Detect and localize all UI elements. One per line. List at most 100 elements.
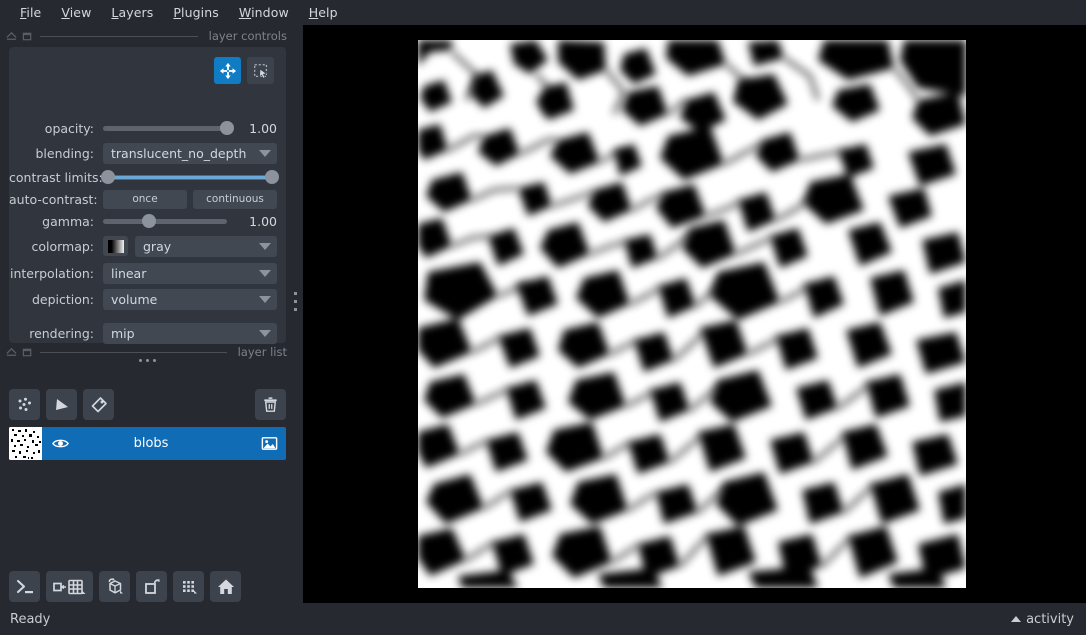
layer-list-label: layer list <box>237 345 287 359</box>
image-layer-render <box>418 40 966 588</box>
rendering-combobox[interactable]: mip <box>103 322 277 344</box>
menu-window-rest: indow <box>251 5 289 20</box>
transform-mode-button[interactable] <box>247 57 274 84</box>
roll-cube-icon <box>108 577 123 594</box>
menu-help[interactable]: Help <box>299 2 348 23</box>
two-d-three-d-toggle-icon <box>52 579 85 594</box>
menu-layers-rest: ayers <box>118 5 154 20</box>
home-icon <box>217 579 234 594</box>
eye-icon <box>51 439 69 448</box>
menu-bar: File View Layers Plugins Window Help <box>0 0 1086 25</box>
colormap-combobox[interactable]: gray <box>135 235 277 257</box>
auto-contrast-continuous-button[interactable]: continuous <box>193 189 277 209</box>
contrast-limits-slider[interactable] <box>101 168 279 186</box>
menu-file-rest: ile <box>26 5 42 20</box>
auto-contrast-row: auto-contrast: once continuous <box>9 188 286 210</box>
depiction-combobox[interactable]: volume <box>103 288 277 310</box>
viewer-canvas[interactable] <box>303 25 1086 603</box>
blending-combobox[interactable]: translucent_no_depth <box>103 142 277 164</box>
layer-list-item-blobs[interactable]: blobs <box>9 427 286 460</box>
gamma-value: 1.00 <box>249 213 277 229</box>
rendering-label: rendering: <box>29 325 94 341</box>
colormap-value: gray <box>143 238 172 254</box>
colormap-swatch-button[interactable] <box>103 236 128 256</box>
blending-row: blending: translucent_no_depth <box>9 142 286 164</box>
opacity-slider-track <box>103 125 227 131</box>
colormap-row: colormap: gray <box>9 235 286 257</box>
splitter-dot <box>294 300 297 303</box>
activity-button[interactable]: activity <box>1011 612 1074 627</box>
menu-window[interactable]: Window <box>229 2 299 23</box>
menu-file[interactable]: File <box>10 2 51 23</box>
napari-viewer-window: File View Layers Plugins Window Help lay… <box>0 0 1086 635</box>
chevron-down-icon <box>259 329 271 337</box>
menu-view[interactable]: View <box>51 2 101 23</box>
trash-icon <box>264 397 277 412</box>
ndisplay-toggle-button[interactable] <box>46 571 93 602</box>
transpose-dimensions-button[interactable] <box>136 571 167 602</box>
new-points-layer-button[interactable] <box>9 389 40 420</box>
menu-help-rest: elp <box>318 5 338 20</box>
menu-layers[interactable]: Layers <box>101 2 163 23</box>
layer-list-dock-title: layer list <box>6 343 289 361</box>
chevron-down-icon <box>259 295 271 303</box>
splitter-dot <box>294 308 297 311</box>
chevron-down-icon <box>259 269 271 277</box>
interpolation-combobox[interactable]: linear <box>103 262 277 284</box>
console-button[interactable] <box>9 571 40 602</box>
rendering-row: rendering: mip <box>9 322 286 344</box>
pan-zoom-mode-button[interactable] <box>214 57 241 84</box>
menu-help-mnemonic: H <box>308 5 319 20</box>
menu-window-mnemonic: W <box>238 5 252 20</box>
grid-view-button[interactable] <box>173 571 204 602</box>
gamma-slider-track <box>103 218 227 224</box>
contrast-limits-row: contrast limits: <box>9 166 286 188</box>
gamma-slider-handle[interactable] <box>141 214 156 228</box>
opacity-slider[interactable] <box>103 119 234 137</box>
layer-visibility-toggle[interactable] <box>42 434 78 453</box>
layer-name-label[interactable]: blobs <box>78 436 252 451</box>
reset-view-home-button[interactable] <box>210 571 241 602</box>
dock-splitter-handle[interactable] <box>292 283 299 320</box>
close-dock-icon[interactable] <box>22 31 33 42</box>
console-prompt-icon <box>16 579 33 593</box>
close-dock-icon[interactable] <box>22 347 33 358</box>
image-layer-icon <box>261 437 277 450</box>
delete-layer-button[interactable] <box>255 389 286 420</box>
menu-view-mnemonic: V <box>61 5 70 20</box>
layer-thumbnail-image <box>9 427 42 460</box>
layer-controls-dock-title: layer controls <box>6 27 289 45</box>
pan-arrows-icon <box>219 62 236 79</box>
depiction-label: depiction: <box>31 291 94 307</box>
new-shapes-layer-button[interactable] <box>46 389 77 420</box>
layer-thumbnail <box>9 427 42 460</box>
menu-plugins[interactable]: Plugins <box>163 2 228 23</box>
transform-cursor-icon <box>253 63 267 79</box>
labels-tag-icon <box>91 396 107 412</box>
gamma-row: gamma: 1.00 <box>9 210 286 232</box>
layer-controls-panel: opacity: 1.00 blending: translucent_no_d… <box>9 47 286 344</box>
grid-icon <box>182 580 197 593</box>
shapes-polygon-icon <box>55 398 68 410</box>
float-dock-icon[interactable] <box>6 347 17 358</box>
contrast-limits-handle-low[interactable] <box>101 170 115 184</box>
contrast-limits-handle-high[interactable] <box>265 170 279 184</box>
float-dock-icon[interactable] <box>6 31 17 42</box>
roll-dimensions-button[interactable] <box>99 571 130 602</box>
new-labels-layer-button[interactable] <box>83 389 114 420</box>
layer-buttons-bar <box>9 389 286 420</box>
dock-title-rule <box>40 351 227 353</box>
transpose-square-icon <box>144 578 160 594</box>
depiction-row: depiction: volume <box>9 288 286 310</box>
status-bar: Ready activity <box>0 603 1086 635</box>
points-icon <box>18 397 31 411</box>
menu-view-rest: iew <box>69 5 92 20</box>
opacity-slider-handle[interactable] <box>220 121 234 135</box>
auto-contrast-once-button[interactable]: once <box>103 189 187 209</box>
opacity-value: 1.00 <box>249 120 277 136</box>
blobs-volume-mip <box>418 40 966 588</box>
interpolation-row: interpolation: linear <box>9 262 286 284</box>
dock-title-rule <box>40 35 198 37</box>
opacity-label: opacity: <box>44 120 94 136</box>
gamma-slider[interactable] <box>103 212 227 230</box>
